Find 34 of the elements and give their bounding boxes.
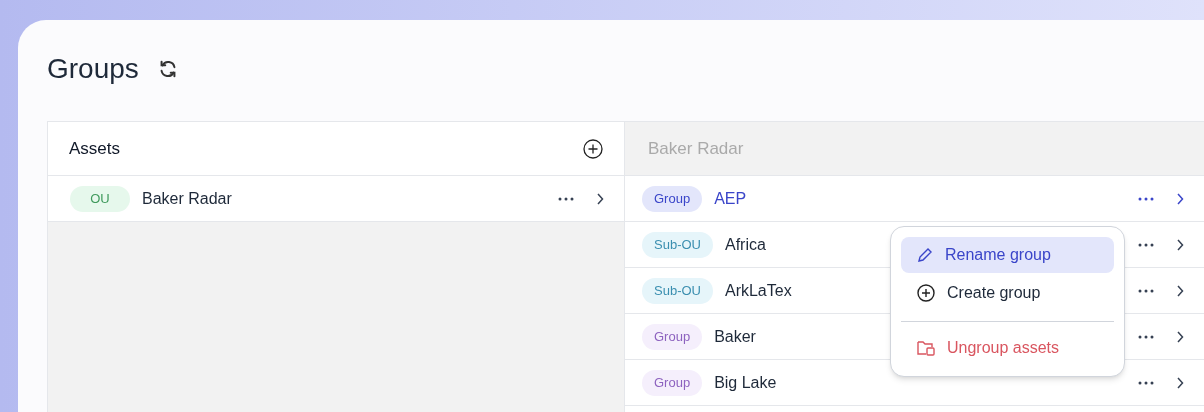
plus-circle-icon — [917, 284, 935, 302]
chevron-right-icon[interactable] — [1176, 238, 1184, 251]
plus-circle-icon[interactable] — [583, 138, 603, 159]
list-row[interactable]: OU Baker Radar — [48, 176, 624, 222]
chevron-right-icon[interactable] — [1176, 192, 1184, 205]
row-name: Big Lake — [714, 372, 777, 393]
type-tag: Group — [642, 323, 703, 350]
more-icon[interactable] — [1138, 380, 1154, 385]
page-title: Groups — [47, 51, 139, 86]
more-icon[interactable] — [558, 196, 574, 201]
chevron-right-icon[interactable] — [596, 192, 604, 205]
folder-icon — [917, 340, 935, 356]
chevron-right-icon[interactable] — [1176, 284, 1184, 297]
more-icon[interactable] — [1138, 196, 1154, 201]
type-tag: Group — [642, 369, 703, 396]
row-name: Baker — [714, 326, 756, 347]
more-icon[interactable] — [1138, 242, 1154, 247]
row-name: ArkLaTex — [724, 280, 792, 301]
type-tag: Sub-OU — [642, 231, 713, 258]
row-name: Baker Radar — [142, 188, 232, 209]
chevron-right-icon[interactable] — [1176, 330, 1184, 343]
panel-title: Assets — [69, 137, 121, 160]
type-tag: Group — [642, 185, 703, 212]
row-name: AEP — [714, 188, 747, 209]
more-icon[interactable] — [1138, 334, 1154, 339]
menu-item[interactable]: Create group — [901, 275, 1114, 311]
chevron-right-icon[interactable] — [1176, 376, 1184, 389]
type-tag: Sub-OU — [642, 277, 713, 304]
menu-item[interactable]: Rename group — [901, 237, 1114, 273]
panel-title: Baker Radar — [648, 137, 744, 160]
more-icon[interactable] — [1138, 288, 1154, 293]
type-tag: OU — [70, 185, 130, 212]
row-name: Africa — [724, 234, 766, 255]
pencil-icon — [917, 247, 933, 263]
